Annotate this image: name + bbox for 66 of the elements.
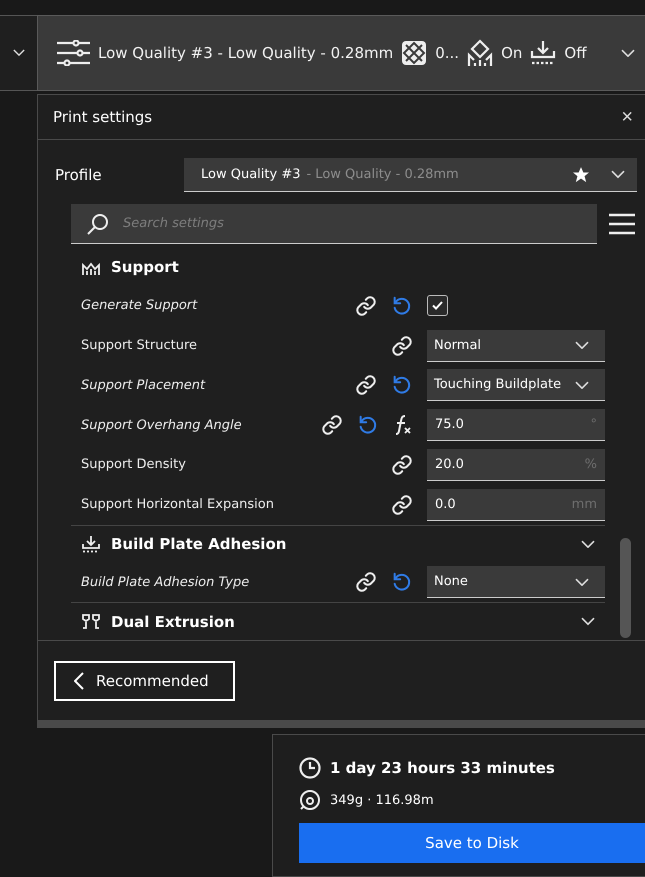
number-field[interactable]: 75.0 °: [427, 409, 605, 442]
profile-dropdown[interactable]: Low Quality #3 - Low Quality - 0.28mm: [184, 158, 637, 192]
save-button[interactable]: Save to Disk: [299, 823, 645, 863]
chevron-down-icon: [575, 578, 589, 586]
material-usage: 349g · 116.98m: [330, 792, 434, 808]
profile-name: Low Quality #3 - Low Quality - 0.28mm: [98, 44, 394, 62]
number-field[interactable]: 20.0 %: [427, 448, 605, 481]
star-icon[interactable]: [573, 166, 589, 182]
link-icon[interactable]: [355, 294, 377, 317]
reset-icon[interactable]: [391, 571, 413, 594]
setting-label: Generate Support: [81, 298, 198, 314]
chevron-down-icon: [575, 340, 589, 350]
search-field[interactable]: Search settings: [71, 204, 597, 244]
link-icon[interactable]: [391, 454, 413, 476]
setting-dropdown[interactable]: Touching Buildplate: [427, 369, 605, 402]
link-icon[interactable]: [355, 374, 377, 396]
link-icon[interactable]: [321, 414, 343, 436]
support-value: On: [501, 44, 522, 62]
checkbox[interactable]: [427, 295, 448, 316]
panel-title: Print settings: [53, 108, 152, 126]
recommended-button[interactable]: Recommended: [54, 660, 235, 700]
sliders-icon: [56, 40, 90, 66]
setting-label: Support Placement: [81, 378, 206, 393]
reset-icon[interactable]: [391, 374, 413, 396]
clock-icon: [299, 757, 321, 779]
chevron-down-icon: [575, 380, 589, 389]
reset-icon[interactable]: [391, 294, 413, 317]
print-time: 1 day 23 hours 33 minutes: [330, 759, 555, 777]
checkmark-icon: [432, 301, 443, 310]
adhesion-icon: [530, 40, 556, 66]
search-icon: [87, 213, 109, 235]
section-header[interactable]: Build Plate Adhesion: [71, 524, 605, 562]
adhesion-value: Off: [564, 44, 587, 62]
setting-dropdown[interactable]: None: [427, 566, 605, 598]
infill-icon: [401, 40, 428, 66]
unit-label: °: [590, 417, 597, 432]
link-icon[interactable]: [391, 494, 413, 516]
chevron-down-icon: [621, 48, 635, 58]
unit-label: %: [584, 456, 597, 472]
adhesion-icon: [81, 535, 101, 553]
chevron-down-icon: [581, 617, 595, 626]
setting-label: Build Plate Adhesion Type: [81, 574, 250, 590]
setting-label: Support Density: [81, 457, 187, 472]
setting-label: Support Horizontal Expansion: [81, 497, 275, 512]
section-header[interactable]: Dual Extrusion: [71, 602, 605, 640]
chevron-down-icon: [12, 49, 24, 57]
link-icon[interactable]: [355, 571, 377, 594]
reset-icon[interactable]: [357, 414, 379, 436]
chevron-left-icon: [74, 672, 84, 690]
setting-label: Support Structure: [81, 338, 198, 353]
link-icon[interactable]: [391, 334, 413, 356]
chevron-down-icon: [581, 540, 595, 548]
spool-icon: [299, 789, 321, 811]
menu-icon: [609, 213, 635, 235]
scrollbar-thumb[interactable]: [620, 538, 630, 638]
profile-label: Profile: [55, 166, 103, 184]
infill-value: 0...: [435, 44, 460, 62]
close-button[interactable]: ×: [617, 106, 637, 128]
menu-button[interactable]: [609, 213, 635, 235]
print-setup-bar[interactable]: Low Quality #3 - Low Quality - 0.28mm 0... On Off: [37, 15, 645, 91]
section-header[interactable]: Support: [71, 248, 605, 286]
support-icon: [467, 39, 494, 67]
dual-extruder-icon: [81, 612, 101, 631]
setting-dropdown[interactable]: Normal: [427, 330, 605, 362]
setting-label: Support Overhang Angle: [81, 418, 243, 433]
chevron-down-icon: [611, 170, 625, 179]
